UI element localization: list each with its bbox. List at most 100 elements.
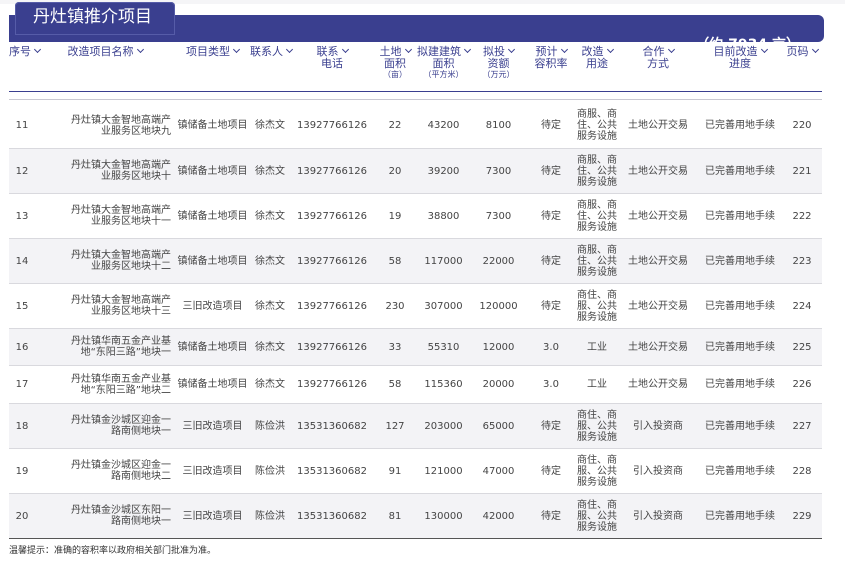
cell-coop: 土地公开交易	[618, 366, 698, 403]
cell-far: 待定	[526, 449, 576, 493]
cell-build: 39200	[416, 149, 471, 193]
header-divider-thin	[9, 99, 822, 100]
cell-use: 工业	[576, 329, 618, 365]
column-header-phone[interactable]: 联系 电话	[290, 46, 374, 70]
cell-text: 待定	[541, 165, 561, 177]
column-header-land[interactable]: 土地 面积 （亩）	[374, 46, 416, 80]
column-header-invest[interactable]: 拟投 资额 （万元）	[471, 46, 526, 80]
column-header-build[interactable]: 拟建建筑 面积 （平方米）	[416, 46, 472, 80]
cell-no: 13	[9, 194, 35, 238]
cell-text: 徐杰文	[255, 255, 285, 267]
cell-invest: 22000	[471, 239, 526, 283]
cell-text: 已完善用地手续	[705, 341, 775, 353]
column-header-type[interactable]: 项目类型	[175, 46, 250, 58]
column-header-use[interactable]: 改造 用途	[576, 46, 618, 70]
cell-text: 待定	[541, 120, 561, 131]
cell-text: 三旧改造项目	[182, 510, 243, 522]
cell-far: 待定	[526, 239, 576, 283]
cell-text: 224	[792, 300, 812, 312]
cell-coop: 引入投资商	[618, 449, 698, 493]
cell-progress: 已完善用地手续	[698, 149, 782, 193]
column-header-progress[interactable]: 目前改造 进度	[698, 46, 782, 70]
cell-text: 已完善用地手续	[705, 465, 775, 477]
cell-text: 丹灶镇大金智地高端产 业服务区地块十	[71, 160, 171, 182]
cell-use: 商服、商 住、公共 服务设施	[576, 194, 618, 238]
column-header-label: 面积	[384, 57, 406, 70]
cell-text: 226	[792, 379, 812, 390]
cell-text: 13927766126	[297, 300, 367, 312]
page-title: 丹灶镇推介项目	[15, 2, 175, 35]
cell-far: 待定	[526, 404, 576, 448]
cell-text: 镇储备土地项目	[177, 379, 248, 390]
cell-page: 228	[782, 449, 822, 493]
table-row: 18 丹灶镇金沙城区迎金一 路南侧地块一 三旧改造项目 陈俭洪 13531360682 1…	[9, 404, 822, 449]
cell-invest: 12000	[471, 329, 526, 365]
cell-name: 丹灶镇大金智地高端产 业服务区地块十二	[35, 239, 175, 283]
cell-text: 227	[792, 420, 812, 432]
cell-phone: 13531360682	[290, 449, 374, 493]
cell-no: 19	[9, 449, 35, 493]
chevron-down-icon	[560, 45, 568, 54]
cell-land: 81	[374, 494, 416, 538]
cell-page: 224	[782, 284, 822, 328]
cell-text: 丹灶镇金沙城区迎金一 路南侧地块一	[71, 415, 171, 437]
cell-text: 土地公开交易	[628, 300, 688, 312]
cell-text: 13927766126	[297, 255, 367, 267]
table-row: 17 丹灶镇华南五金产业基 地“东阳三路”地块二 镇储备土地项目 徐杰文 1392776…	[9, 366, 822, 404]
column-header-label: 电话	[321, 57, 343, 70]
cell-text: 65000	[482, 420, 515, 432]
cell-invest: 65000	[471, 404, 526, 448]
cell-no: 20	[9, 494, 35, 538]
cell-text: 22000	[482, 255, 515, 267]
column-header-label: 用途	[586, 57, 608, 70]
cell-text: 镇储备土地项目	[177, 120, 248, 131]
cell-text: 已完善用地手续	[705, 420, 775, 432]
cell-text: 三旧改造项目	[182, 300, 243, 312]
cell-use: 商服、商 住、公共 服务设施	[576, 103, 618, 148]
cell-no: 16	[9, 329, 35, 365]
cell-text: 商住、商 服、公共 服务设施	[577, 289, 617, 323]
cell-text: 225	[792, 341, 812, 353]
cell-invest: 20000	[471, 366, 526, 403]
cell-text: 223	[792, 255, 812, 267]
cell-name: 丹灶镇金沙城区迎金一 路南侧地块二	[35, 449, 175, 493]
cell-phone: 13927766126	[290, 103, 374, 148]
cell-land: 127	[374, 404, 416, 448]
cell-text: 丹灶镇大金智地高端产 业服务区地块十二	[71, 250, 171, 272]
chevron-down-icon	[606, 45, 614, 54]
column-header-no[interactable]: 序号	[9, 46, 42, 58]
cell-name: 丹灶镇华南五金产业基 地“东阳三路”地块一	[35, 329, 175, 365]
cell-text: 130000	[424, 510, 463, 522]
cell-text: 13927766126	[297, 120, 367, 131]
column-header-coop[interactable]: 合作 方式	[618, 46, 698, 70]
cell-text: 8100	[485, 120, 512, 131]
cell-text: 商服、商 住、公共 服务设施	[577, 109, 617, 142]
chevron-down-icon	[232, 45, 241, 54]
cell-invest: 47000	[471, 449, 526, 493]
cell-land: 22	[374, 103, 416, 148]
cell-use: 商住、商 服、公共 服务设施	[576, 494, 618, 538]
column-header-page[interactable]: 页码	[782, 46, 822, 58]
cell-type: 三旧改造项目	[175, 284, 250, 328]
cell-text: 47000	[482, 465, 515, 477]
cell-contact: 陈俭洪	[250, 449, 290, 493]
cell-text: 222	[792, 210, 812, 222]
cell-text: 已完善用地手续	[705, 255, 775, 267]
cell-text: 已完善用地手续	[705, 210, 775, 222]
cell-text: 土地公开交易	[628, 120, 688, 131]
cell-text: 丹灶镇华南五金产业基 地“东阳三路”地块一	[71, 336, 171, 358]
table-row: 14 丹灶镇大金智地高端产 业服务区地块十二 镇储备土地项目 徐杰文 139277661…	[9, 239, 822, 284]
column-header-contact[interactable]: 联系人	[250, 46, 294, 58]
cell-text: 120000	[479, 300, 518, 312]
cell-text: 待定	[541, 510, 561, 522]
column-header-name[interactable]: 改造项目名称	[35, 46, 175, 58]
column-header-label: 资额	[487, 57, 510, 70]
cell-phone: 13927766126	[290, 284, 374, 328]
cell-contact: 徐杰文	[250, 329, 290, 365]
table-row: 16 丹灶镇华南五金产业基 地“东阳三路”地块一 镇储备土地项目 徐杰文 1392776…	[9, 329, 822, 366]
cell-far: 待定	[526, 103, 576, 148]
column-header-far[interactable]: 预计 容积率	[526, 46, 576, 70]
cell-text: 3.0	[543, 379, 559, 390]
cell-text: 徐杰文	[255, 210, 285, 222]
cell-type: 镇储备土地项目	[175, 366, 250, 403]
